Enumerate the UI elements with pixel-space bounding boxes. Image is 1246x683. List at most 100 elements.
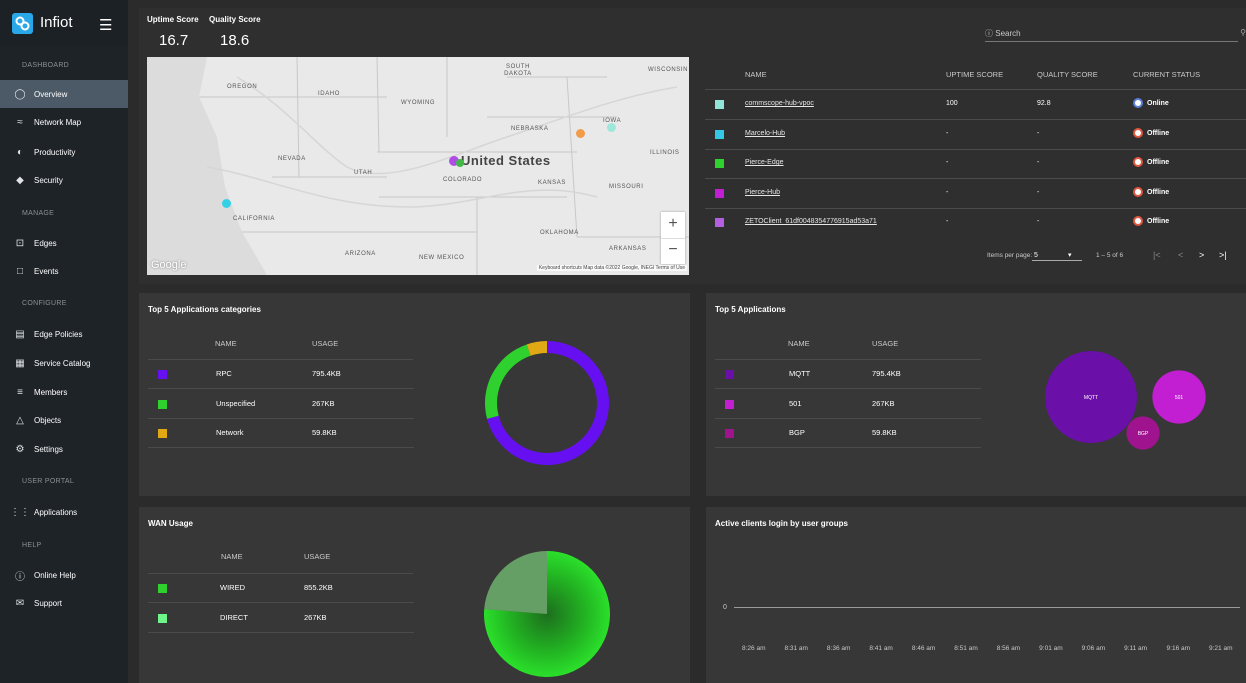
map-marker-pierce-edge[interactable] [456, 159, 464, 167]
table-row[interactable]: Marcelo-Hub - - Offline [705, 120, 1246, 149]
edge-color-swatch [715, 100, 724, 109]
first-page-icon[interactable]: |< [1153, 250, 1161, 260]
legend-row[interactable]: MQTT 795.4KB [715, 359, 981, 389]
sidebar-item-service-catalog[interactable]: ▦ Service Catalog [0, 349, 128, 377]
table-row[interactable]: ZETOClient_61df0048354776915ad53a71 - - Off… [705, 208, 1246, 237]
bubble-label: MQTT [1084, 395, 1098, 401]
col-header-name[interactable]: NAME [745, 70, 767, 79]
col-header-quality[interactable]: QUALITY SCORE [1037, 70, 1098, 79]
donut-slice-unspecified[interactable] [485, 344, 531, 419]
legend-row[interactable]: WIRED 855.2KB [148, 573, 414, 603]
edges-table: NAME UPTIME SCORE QUALITY SCORE CURRENT … [705, 57, 1246, 275]
legend-row[interactable]: RPC 795.4KB [148, 359, 414, 389]
zoom-in-button[interactable]: + [661, 212, 685, 238]
legend-row[interactable]: Network 59.8KB [148, 418, 414, 448]
status-badge: Offline [1133, 186, 1170, 197]
col-header-name: NAME [788, 339, 810, 348]
prev-page-icon[interactable]: < [1178, 250, 1183, 260]
items-per-page-label: Items per page: [987, 252, 1033, 259]
apps-bubble-chart[interactable]: MQTT 501 BGP [1031, 351, 1231, 461]
sidebar-item-security[interactable]: ◆ Security [0, 166, 128, 194]
pagination-range: 1 – 5 of 6 [1096, 252, 1124, 259]
legend-swatch [158, 370, 167, 379]
quality-value: - [1037, 218, 1040, 225]
table-row[interactable]: Pierce-Edge - - Offline [705, 149, 1246, 178]
status-badge: Offline [1133, 157, 1169, 167]
edge-color-swatch [715, 129, 724, 139]
sidebar-item-overview[interactable]: ◯ Overview [0, 80, 128, 108]
edge-name-link[interactable]: Pierce-Edge [745, 159, 784, 166]
edge-name-link[interactable]: ZETOClient_61df0048354776915ad53a71 [745, 218, 877, 225]
sidebar-item-productivity[interactable]: ◐ Productivity [0, 138, 128, 166]
sidebar-item-label: Security [34, 175, 63, 185]
legend-usage: 59.8KB [312, 428, 337, 437]
uptime-value: - [946, 188, 949, 196]
bubble-label: BGP [1138, 431, 1149, 437]
legend-name: DIRECT [220, 612, 248, 622]
map-marker-marcelo-hub[interactable] [222, 199, 231, 208]
infiot-logo[interactable] [12, 13, 33, 34]
network-map[interactable]: OREGON IDAHO WYOMING SOUTH DAKOTA WISCON… [147, 57, 689, 275]
sidebar-item-label: Edges [34, 238, 57, 248]
uptime-value: 100 [946, 100, 958, 107]
map-zoom-controls: + − [661, 212, 685, 264]
legend-row[interactable]: BGP 59.8KB [715, 418, 981, 448]
quality-value: - [1037, 129, 1040, 137]
sidebar-item-applications[interactable]: ⋮⋮ Applications [0, 498, 128, 526]
divider [715, 447, 981, 448]
sidebar-item-label: Network Map [34, 117, 82, 127]
x-tick-label: 8:36 am [826, 645, 851, 652]
col-header-uptime[interactable]: UPTIME SCORE [946, 70, 1003, 79]
map-attribution[interactable]: Keyboard shortcuts Map data ©2022 Google… [536, 265, 687, 271]
sidebar-item-objects[interactable]: △ Objects [0, 406, 128, 434]
sidebar-item-support[interactable]: ✉ Support [0, 589, 128, 617]
google-logo: Google [151, 259, 187, 271]
categories-donut-chart[interactable] [477, 333, 617, 473]
x-tick-label: 9:01 am [1039, 645, 1063, 652]
catalog-icon: ▦ [15, 357, 25, 369]
sidebar-item-edge-policies[interactable]: ▤ Edge Policies [0, 320, 128, 348]
sidebar-item-events[interactable]: □ Events [0, 257, 128, 285]
search-field[interactable]: ⓘ Search ⚲ [985, 28, 1246, 42]
sidebar-item-network-map[interactable]: ≈ Network Map [0, 108, 128, 136]
legend-row[interactable]: 501 267KB [715, 389, 981, 419]
map-marker-orange[interactable] [576, 129, 585, 138]
sidebar-item-edges[interactable]: ⊡ Edges [0, 229, 128, 257]
edge-name-link[interactable]: Marcelo-Hub [745, 130, 785, 137]
col-header-status[interactable]: CURRENT STATUS [1133, 70, 1200, 79]
map-marker-commscope-hub[interactable] [607, 123, 616, 132]
panel-title: Active clients login by user groups [715, 519, 848, 528]
legend-row[interactable]: DIRECT 267KB [148, 603, 414, 633]
wan-pie-chart[interactable] [482, 549, 612, 679]
legend-swatch [158, 429, 167, 438]
sidebar-item-members[interactable]: ≡ Members [0, 378, 128, 406]
legend-row[interactable]: Unspecified 267KB [148, 389, 414, 419]
sidebar-item-label: Events [34, 266, 59, 276]
search-input[interactable]: Search [995, 29, 1020, 38]
edge-name-link[interactable]: commscope-hub-vpoc [745, 100, 814, 107]
search-icon[interactable]: ⚲ [1240, 28, 1246, 37]
sidebar-item-online-help[interactable]: ⓘ Online Help [0, 561, 128, 589]
status-text: Offline [1147, 188, 1170, 196]
gear-icon: ⚙ [15, 443, 25, 455]
panel-title: WAN Usage [148, 519, 193, 528]
map-label: WYOMING [401, 100, 436, 106]
calendar-icon: □ [16, 265, 24, 277]
next-page-icon[interactable]: > [1199, 250, 1204, 260]
table-row[interactable]: Pierce-Hub - - Offline [705, 179, 1246, 208]
sidebar-item-settings[interactable]: ⚙ Settings [0, 435, 128, 463]
map-country-label: United States [461, 153, 551, 168]
table-row[interactable]: commscope-hub-vpoc 100 92.8 Online [705, 90, 1246, 119]
chevron-down-icon: ▾ [1068, 252, 1072, 259]
sidebar-item-label: Members [34, 387, 68, 397]
menu-icon[interactable]: ☰ [99, 16, 112, 34]
zoom-out-button[interactable]: − [661, 238, 685, 264]
legend-swatch [725, 370, 734, 379]
edge-name-link[interactable]: Pierce-Hub [745, 189, 780, 196]
top-apps-panel: Top 5 Applications NAME USAGE MQTT 795.4K… [706, 293, 1246, 496]
apps-icon: ⋮⋮ [10, 506, 30, 518]
wan-slice-direct[interactable] [484, 551, 547, 614]
items-per-page-select[interactable]: 5 ▾ [1032, 248, 1082, 261]
status-badge: Offline [1133, 127, 1169, 138]
last-page-icon[interactable]: >| [1219, 250, 1227, 260]
